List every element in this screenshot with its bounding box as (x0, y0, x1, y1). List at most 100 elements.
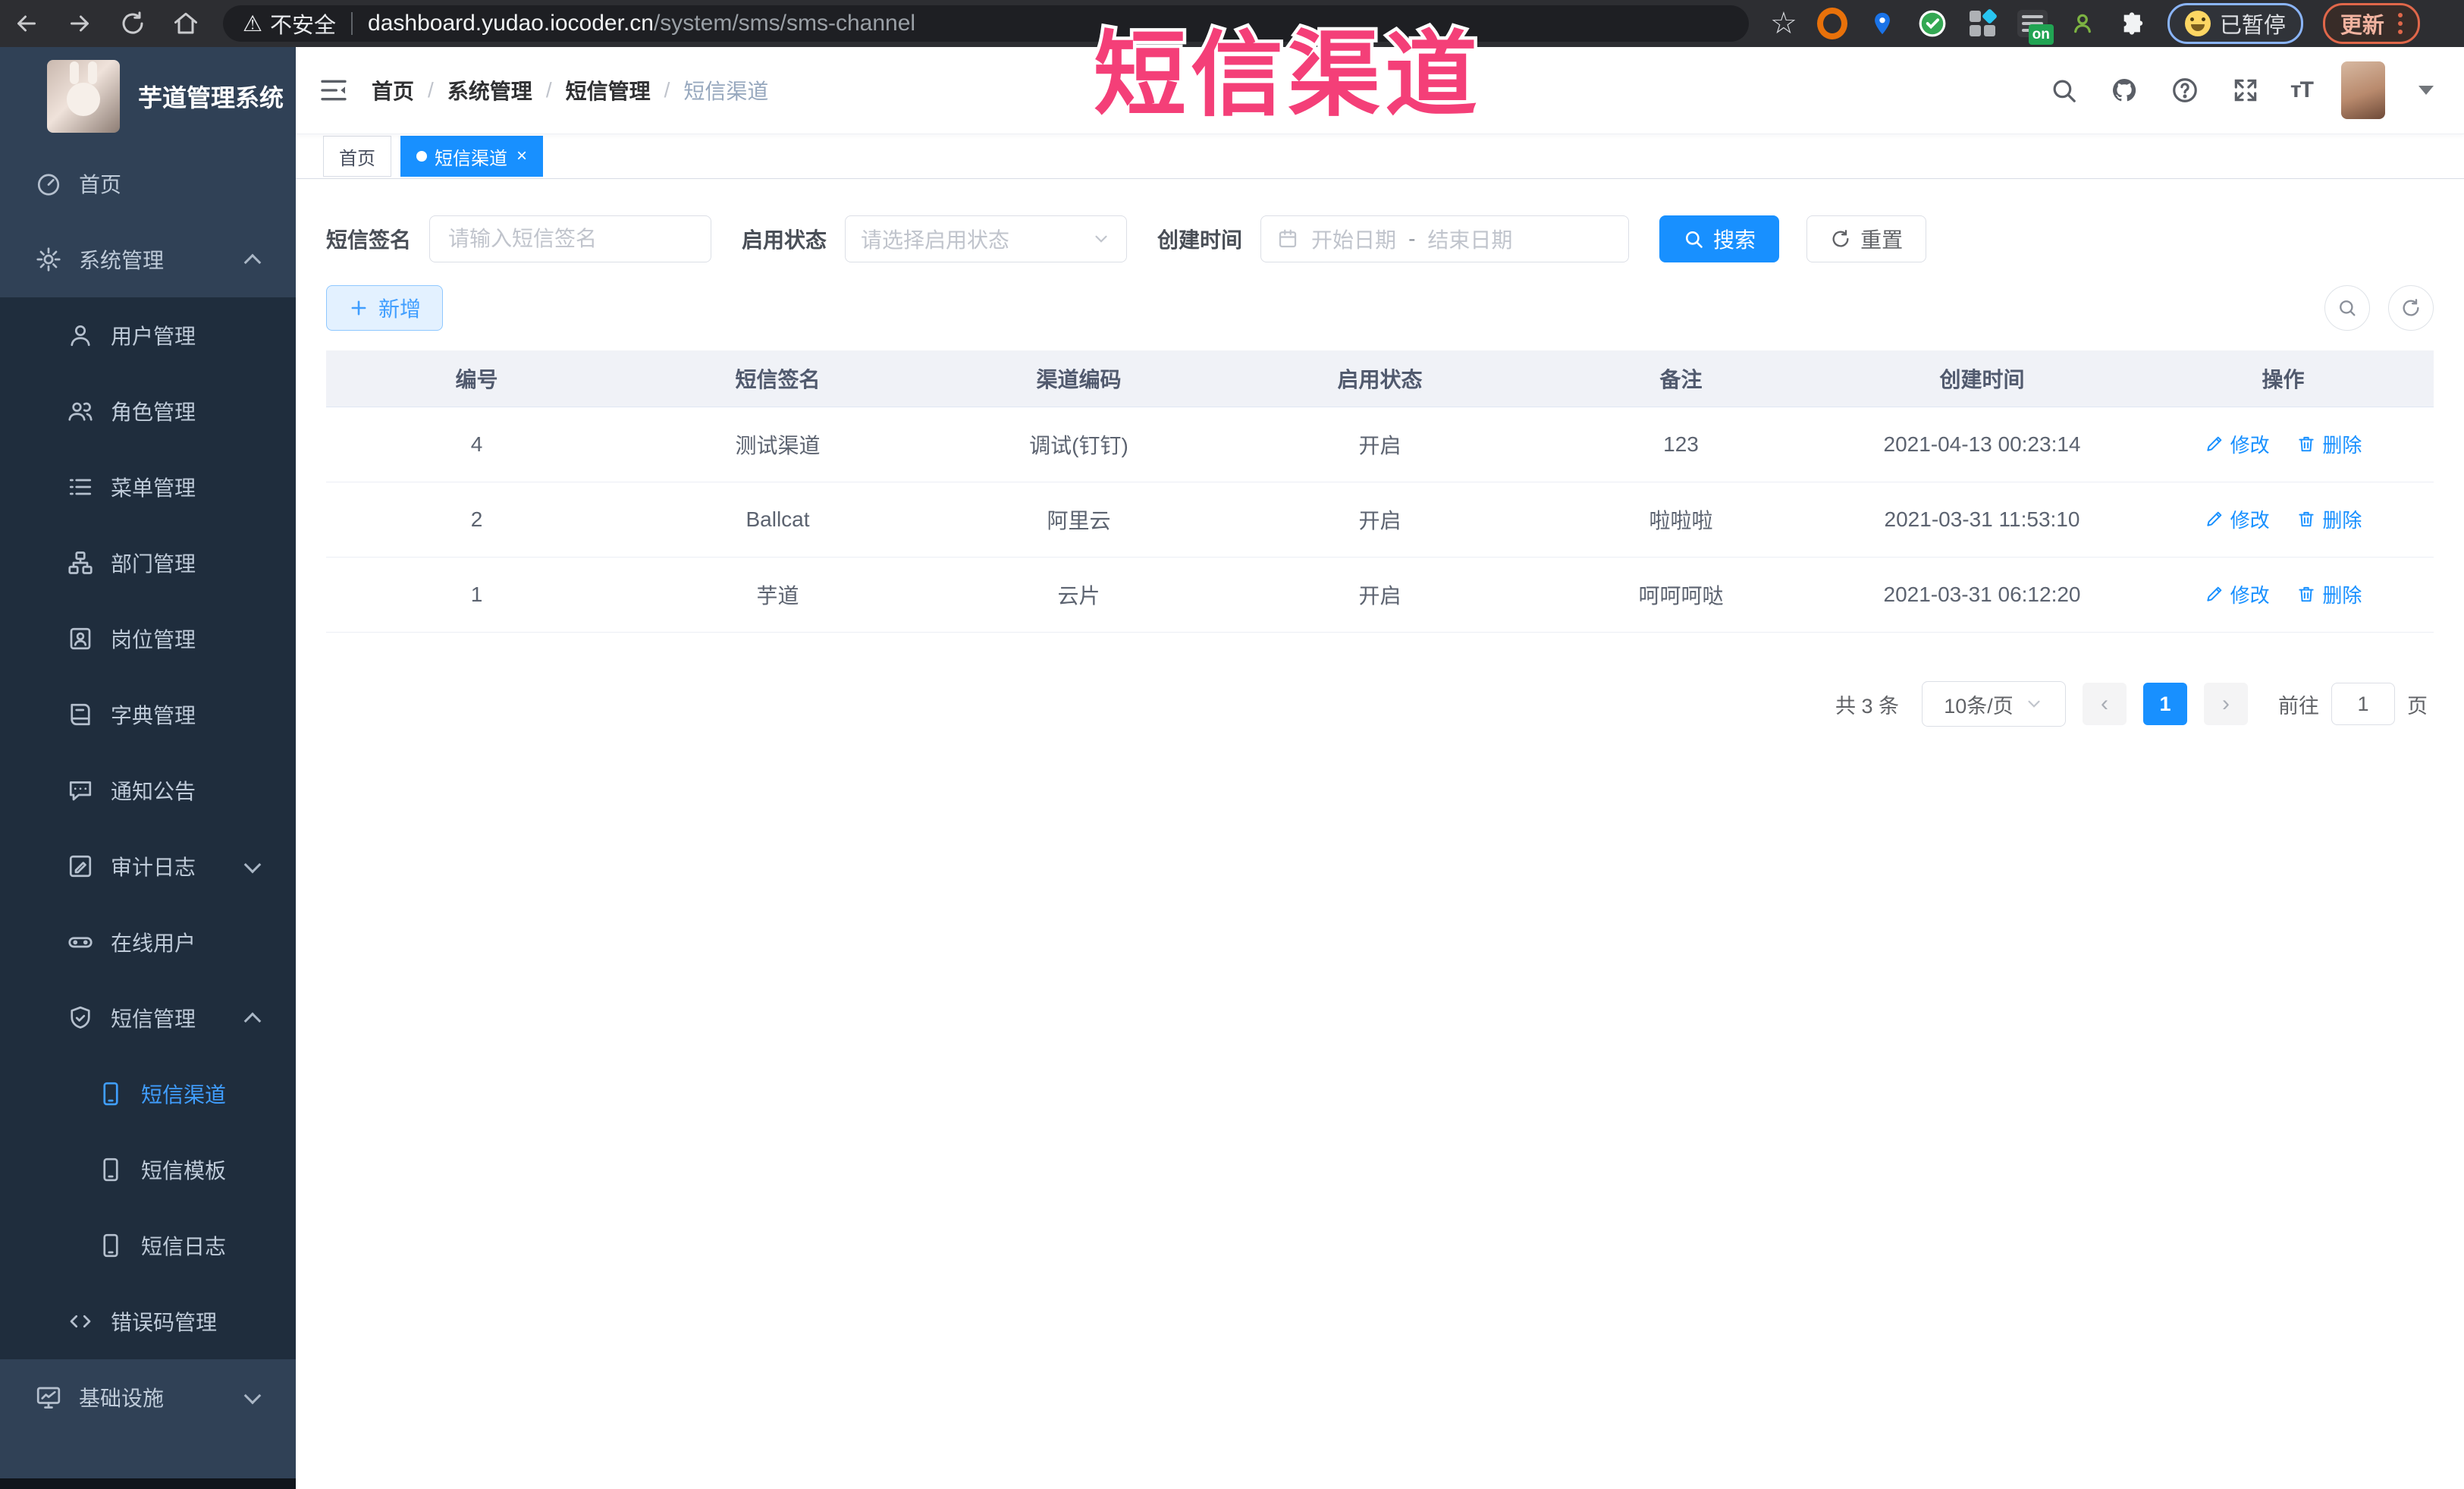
help-icon[interactable] (2169, 74, 2201, 106)
reload-icon[interactable] (106, 0, 159, 47)
breadcrumb-home[interactable]: 首页 (372, 75, 414, 105)
edit-link[interactable]: 修改 (2205, 580, 2270, 608)
goto-label: 前往 (2278, 694, 2319, 718)
caret-down-icon[interactable] (2418, 86, 2434, 95)
tab-home[interactable]: 首页 (323, 136, 391, 177)
address-bar[interactable]: ⚠ 不安全 dashboard.yudao.iocoder.cn/system/s… (223, 5, 1749, 42)
sidebar-item[interactable]: 首页 (0, 146, 296, 221)
extension-green-user-icon[interactable] (2067, 8, 2098, 39)
screen: ⚠ 不安全 dashboard.yudao.iocoder.cn/system/s… (0, 0, 2464, 1489)
id-badge-icon (67, 625, 94, 652)
sidebar-menu: 首页 系统管理 用户管理 角色管理 菜单管理 部门管理 岗位管理 字典管理 通知… (0, 146, 296, 1435)
sidebar-item[interactable]: 菜单管理 (0, 449, 296, 525)
tab-sms-channel[interactable]: 短信渠道 × (400, 136, 544, 177)
breadcrumb-current: 短信渠道 (683, 80, 769, 103)
github-icon[interactable] (2108, 74, 2140, 106)
table-toolbar: 新增 (326, 285, 2434, 331)
trash-icon (2299, 437, 2315, 452)
app-logo-row[interactable]: 芋道管理系统 (0, 47, 296, 146)
sidebar-item[interactable]: 部门管理 (0, 525, 296, 601)
security-chip[interactable]: ⚠ 不安全 (243, 8, 336, 39)
avatar[interactable] (2341, 61, 2385, 119)
col-created: 创建时间 (1832, 350, 2133, 407)
close-icon[interactable]: × (516, 147, 527, 165)
sidebar-item[interactable]: 短信渠道 (0, 1056, 296, 1132)
reset-button[interactable]: 重置 (1806, 215, 1927, 262)
col-remark: 备注 (1530, 350, 1832, 407)
font-size-icon[interactable]: тT (2290, 77, 2314, 103)
sidebar-item[interactable]: 系统管理 (0, 221, 296, 297)
table-row: 2 Ballcat 阿里云 开启 啦啦啦 2021-03-31 11:53:10… (326, 482, 2434, 558)
date-range-picker[interactable]: 开始日期 - 结束日期 (1260, 215, 1630, 262)
sidebar-item[interactable]: 短信日志 (0, 1208, 296, 1283)
forward-icon[interactable] (53, 0, 106, 47)
pencil-icon (2206, 511, 2221, 526)
tab-bar: 首页 短信渠道 × (296, 134, 2464, 179)
search-button[interactable]: 搜索 (1659, 215, 1780, 262)
goto-page-input[interactable] (2331, 683, 2395, 725)
page-unit-label: 页 (2407, 694, 2428, 718)
profile-paused-pill[interactable]: 已暂停 (2167, 3, 2303, 44)
bookmark-star-icon[interactable]: ☆ (1770, 6, 1797, 41)
total-count: 共 3 条 (1835, 694, 1899, 718)
mobile-icon (97, 1156, 124, 1183)
extension-green-check-icon[interactable] (1917, 8, 1948, 39)
dashboard-icon (35, 170, 62, 197)
sidebar-item[interactable]: 在线用户 (0, 904, 296, 980)
edit-link[interactable]: 修改 (2205, 505, 2270, 533)
refresh-button[interactable] (2388, 285, 2434, 331)
comment-icon (67, 777, 94, 804)
search-icon[interactable] (2048, 74, 2079, 106)
sidebar-item[interactable]: 通知公告 (0, 752, 296, 828)
calendar-icon (1276, 228, 1299, 250)
sidebar-item[interactable]: 岗位管理 (0, 601, 296, 677)
extension-grid-icon[interactable] (1967, 8, 1998, 39)
mobile-icon (97, 1232, 124, 1259)
sidebar-item[interactable]: 字典管理 (0, 677, 296, 752)
col-signature: 短信签名 (627, 350, 928, 407)
sidebar-item[interactable]: 短信模板 (0, 1132, 296, 1208)
url-text: dashboard.yudao.iocoder.cn/system/sms/sm… (368, 11, 916, 36)
extension-puzzle-icon[interactable] (2117, 8, 2148, 39)
sidebar-item[interactable]: 用户管理 (0, 297, 296, 373)
sidebar-item[interactable]: 基础设施 (0, 1359, 296, 1435)
col-code: 渠道编码 (928, 350, 1229, 407)
edit-link[interactable]: 修改 (2205, 430, 2270, 458)
toggle-search-button[interactable] (2324, 285, 2370, 331)
user-icon (67, 322, 94, 349)
filter-form: 短信签名 启用状态 请选择启用状态 创建时间 开始日期 - 结束日期 (326, 215, 2434, 262)
status-select[interactable]: 请选择启用状态 (845, 215, 1128, 262)
signature-input[interactable] (429, 215, 712, 262)
extension-orange-ring-icon[interactable] (1816, 8, 1847, 39)
prev-page-button[interactable]: ‹ (2083, 683, 2127, 725)
data-table: 编号 短信签名 渠道编码 启用状态 备注 创建时间 操作 4 测试渠道 调试(钉… (326, 350, 2434, 633)
code-icon (67, 1308, 94, 1335)
col-actions: 操作 (2133, 350, 2434, 407)
fullscreen-icon[interactable] (2230, 74, 2262, 106)
back-icon[interactable] (0, 0, 53, 47)
page-size-select[interactable]: 10条/页 (1922, 681, 2066, 727)
table-row: 4 测试渠道 调试(钉钉) 开启 123 2021-04-13 00:23:14… (326, 407, 2434, 482)
sidebar-item[interactable]: 审计日志 (0, 828, 296, 904)
active-dot-icon (416, 151, 427, 162)
home-icon[interactable] (159, 0, 212, 47)
extension-tabs-icon[interactable]: on (2017, 8, 2054, 45)
sidebar-collapse-icon[interactable] (296, 47, 372, 134)
sidebar-item[interactable]: 短信管理 (0, 980, 296, 1056)
extension-blue-pin-icon[interactable] (1867, 8, 1897, 39)
sidebar-item[interactable]: 角色管理 (0, 373, 296, 449)
next-page-button[interactable]: › (2204, 683, 2248, 725)
delete-link[interactable]: 删除 (2296, 430, 2362, 458)
add-button[interactable]: 新增 (326, 285, 444, 331)
update-button[interactable]: 更新 (2322, 3, 2420, 44)
browser-menu-icon[interactable] (2397, 13, 2403, 34)
col-status: 启用状态 (1229, 350, 1530, 407)
page-number-1[interactable]: 1 (2143, 683, 2187, 725)
delete-link[interactable]: 删除 (2296, 580, 2362, 608)
sidebar-item[interactable]: 错误码管理 (0, 1283, 296, 1359)
breadcrumb-system[interactable]: 系统管理 (447, 75, 532, 105)
delete-link[interactable]: 删除 (2296, 505, 2362, 533)
breadcrumb-sms[interactable]: 短信管理 (566, 75, 651, 105)
trash-icon (2299, 587, 2315, 602)
pagination: 共 3 条 10条/页 ‹ 1 › 前往 页 (326, 681, 2434, 727)
